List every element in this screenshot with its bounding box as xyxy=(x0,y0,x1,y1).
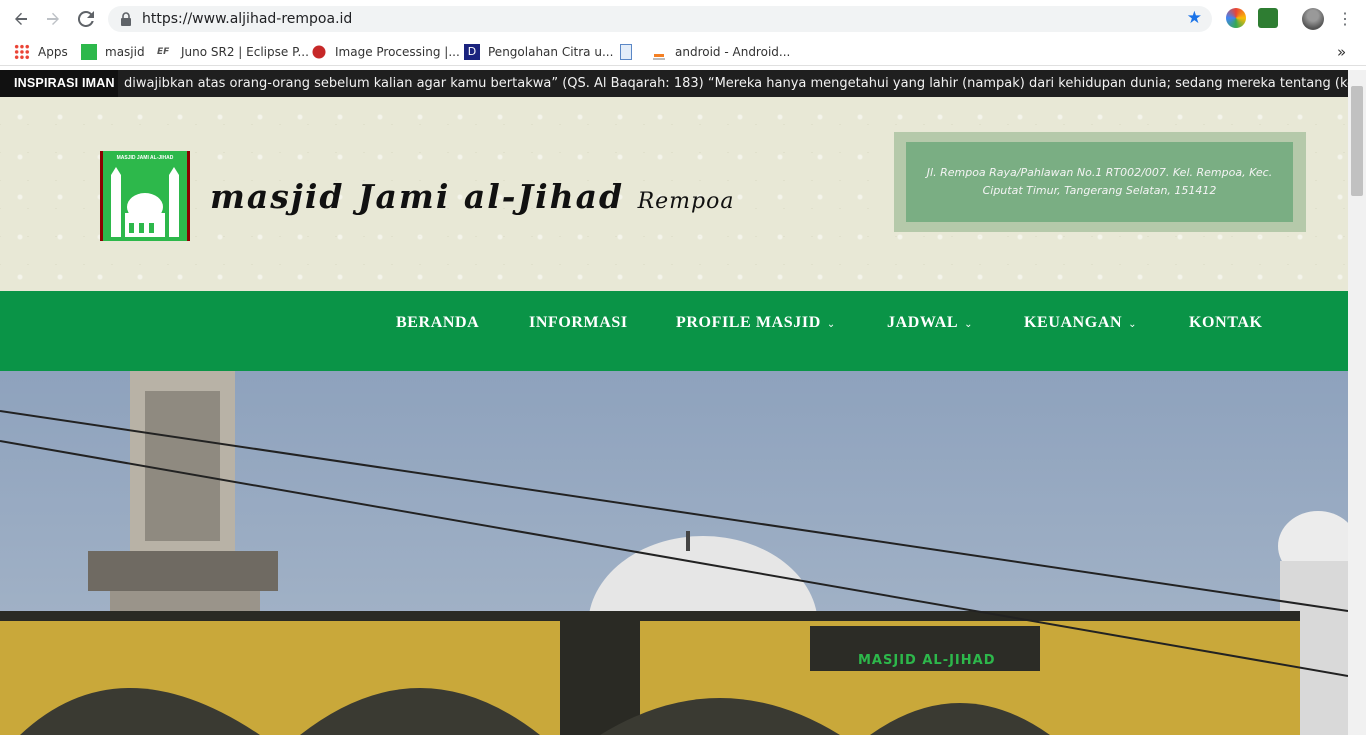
nav-label: KEUANGAN xyxy=(1024,314,1123,331)
site-title-main: masjid Jami al-Jihad xyxy=(210,177,625,216)
bookmark-apps[interactable]: Apps xyxy=(14,43,68,61)
bookmarks-bar: Apps masjid EF Juno SR2 | Eclipse P... I… xyxy=(0,38,1366,66)
chevron-down-icon: ⌄ xyxy=(826,319,836,330)
news-ticker: INSPIRASI IMAN diwajibkan atas orang-ora… xyxy=(0,70,1348,97)
profile-avatar[interactable] xyxy=(1302,8,1324,30)
bookmark-image-processing[interactable]: Image Processing |... xyxy=(311,43,460,61)
more-bookmarks-icon[interactable]: » xyxy=(1337,43,1346,61)
extension-icon[interactable] xyxy=(1258,8,1278,28)
red-dot-favicon xyxy=(311,44,327,60)
back-icon[interactable] xyxy=(10,8,32,30)
lock-icon xyxy=(121,12,131,26)
nav-item-jadwal[interactable]: JADWAL ⌄ xyxy=(887,291,973,371)
extension-icon[interactable] xyxy=(1226,8,1246,28)
scrollbar-thumb[interactable] xyxy=(1351,86,1363,196)
address-bar[interactable]: https://www.aljihad-rempoa.id ★ xyxy=(108,6,1212,32)
reload-icon[interactable] xyxy=(75,8,97,30)
site-logo[interactable]: MASJID JAMI AL-JIHAD xyxy=(100,151,190,241)
bookmark-label: Apps xyxy=(38,45,68,59)
d-favicon: D xyxy=(464,44,480,60)
ticker-label: INSPIRASI IMAN xyxy=(0,70,118,97)
eclipse-favicon: EF xyxy=(157,47,170,57)
chevron-down-icon: ⌄ xyxy=(964,319,974,330)
site-title-suffix: Rempoa xyxy=(637,189,735,214)
mosque-favicon xyxy=(81,44,97,60)
mosque-icon xyxy=(111,167,179,237)
mosque-signboard: MASJID AL-JIHAD xyxy=(858,653,996,668)
nav-label: BERANDA xyxy=(396,314,480,331)
bookmark-document[interactable] xyxy=(620,43,640,61)
address-line-1: Jl. Rempoa Raya/Pahlawan No.1 RT002/007.… xyxy=(926,166,1273,179)
site-title[interactable]: masjid Jami al-Jihad Rempoa xyxy=(210,177,734,216)
bookmark-juno[interactable]: EF Juno SR2 | Eclipse P... xyxy=(157,43,309,61)
bookmark-label: masjid xyxy=(105,45,145,59)
main-nav: BERANDA INFORMASI PROFILE MASJID ⌄ JADWAL… xyxy=(0,291,1348,371)
nav-label: INFORMASI xyxy=(529,314,628,331)
chevron-down-icon: ⌄ xyxy=(1128,319,1138,330)
nav-item-informasi[interactable]: INFORMASI xyxy=(529,291,628,371)
stackoverflow-favicon xyxy=(651,44,667,60)
apps-grid-icon xyxy=(14,44,30,60)
ticker-text: diwajibkan atas orang-orang sebelum kali… xyxy=(124,76,1348,91)
bookmark-star-icon[interactable]: ★ xyxy=(1187,8,1202,28)
bookmark-masjid[interactable]: masjid xyxy=(81,43,145,61)
bookmark-android[interactable]: android - Android... xyxy=(651,43,790,61)
nav-item-profile-masjid[interactable]: PROFILE MASJID ⌄ xyxy=(676,291,836,371)
mosque-photo-illustration xyxy=(0,371,1348,735)
site-header: MASJID JAMI AL-JIHAD masjid Jami al-Jiha… xyxy=(0,97,1348,291)
nav-item-keuangan[interactable]: KEUANGAN ⌄ xyxy=(1024,291,1137,371)
browser-toolbar: https://www.aljihad-rempoa.id ★ ⋮ xyxy=(0,0,1366,38)
nav-label: PROFILE MASJID xyxy=(676,314,821,331)
bookmark-label: Pengolahan Citra u... xyxy=(488,45,614,59)
bookmark-label: Juno SR2 | Eclipse P... xyxy=(181,45,309,59)
hero-mosque-photo: MASJID AL-JIHAD xyxy=(0,371,1348,735)
bookmark-pengolahan-citra[interactable]: D Pengolahan Citra u... xyxy=(464,43,613,61)
menu-kebab-icon[interactable]: ⋮ xyxy=(1334,8,1356,30)
forward-icon[interactable] xyxy=(42,8,64,30)
nav-label: JADWAL xyxy=(887,314,959,331)
nav-item-beranda[interactable]: BERANDA xyxy=(396,291,479,371)
bookmark-label: android - Android... xyxy=(675,45,791,59)
url-text: https://www.aljihad-rempoa.id xyxy=(142,11,353,27)
bookmark-label: Image Processing |... xyxy=(335,45,460,59)
address-line-2: Ciputat Timur, Tangerang Selatan, 151412 xyxy=(982,184,1217,197)
address-text: Jl. Rempoa Raya/Pahlawan No.1 RT002/007.… xyxy=(906,142,1293,222)
page-scrollbar[interactable] xyxy=(1348,70,1366,735)
document-icon xyxy=(620,44,632,60)
nav-item-kontak[interactable]: KONTAK xyxy=(1189,291,1263,371)
address-box: Jl. Rempoa Raya/Pahlawan No.1 RT002/007.… xyxy=(894,132,1306,232)
nav-label: KONTAK xyxy=(1189,314,1263,331)
